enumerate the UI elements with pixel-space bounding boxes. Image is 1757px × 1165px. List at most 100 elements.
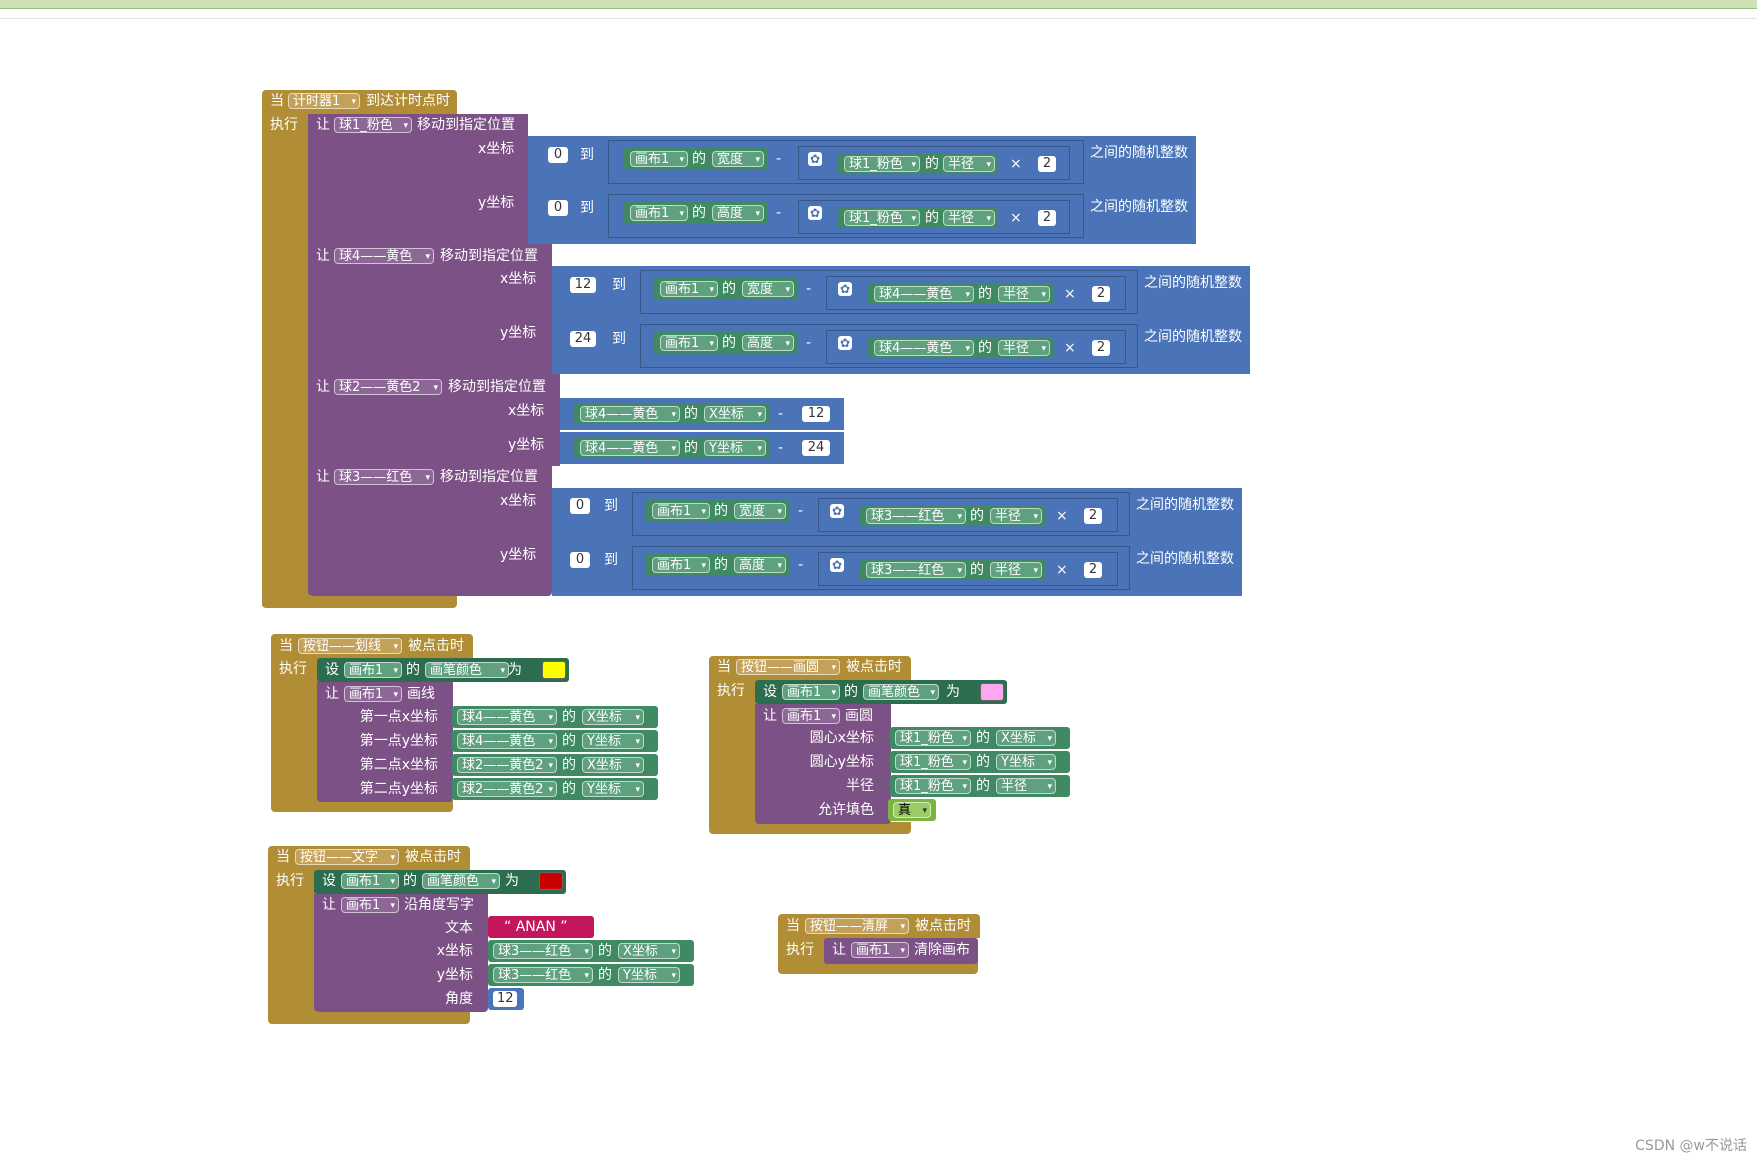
ball-dropdown[interactable]: 球3——红色 ▾ [493, 943, 593, 959]
color-swatch[interactable] [542, 661, 566, 679]
canvas-dropdown[interactable]: 画布1 ▾ [851, 942, 909, 958]
true-dropdown[interactable]: 真 ▾ [893, 802, 931, 818]
number-input[interactable]: 2 [1084, 508, 1102, 524]
string-value[interactable]: “ ANAN ” [504, 918, 568, 936]
pen-color-dropdown[interactable]: 画笔颜色 ▾ [425, 662, 509, 678]
ball-dropdown[interactable]: 球2——黄色2 ▾ [457, 781, 557, 797]
pen-color-dropdown[interactable]: 画笔颜色 ▾ [422, 873, 500, 889]
line-button-dropdown[interactable]: 按钮——划线 ▾ [298, 638, 402, 654]
ball-dropdown[interactable]: 球3——红色 ▾ [493, 967, 593, 983]
canvas-dropdown[interactable]: 画布1 ▾ [344, 686, 402, 702]
ball-dropdown[interactable]: 球3——红色 ▾ [866, 508, 966, 524]
canvas-dropdown[interactable]: 画布1 ▾ [652, 557, 710, 573]
canvas-dropdown[interactable]: 画布1 ▾ [630, 205, 688, 221]
color-swatch[interactable] [980, 683, 1004, 701]
method-label: 画圆 [845, 708, 873, 724]
ball-dropdown[interactable]: 球1_粉色 ▾ [895, 754, 971, 770]
color-swatch[interactable] [539, 872, 563, 890]
clear-button-dropdown[interactable]: 按钮——清屏 ▾ [805, 918, 909, 934]
gear-icon[interactable]: ✿ [830, 558, 844, 572]
pen-color-dropdown[interactable]: 画笔颜色 ▾ [863, 684, 939, 700]
move3-target-dropdown[interactable]: 球2——黄色2 ▾ [334, 379, 442, 395]
property-dropdown[interactable]: X坐标 ▾ [618, 943, 680, 959]
ball-dropdown[interactable]: 球4——黄色 ▾ [580, 440, 680, 456]
ball-dropdown[interactable]: 球1_粉色 ▾ [844, 210, 920, 226]
number-input[interactable]: 2 [1084, 562, 1102, 578]
move2-target-dropdown[interactable]: 球4——黄色 ▾ [334, 248, 434, 264]
gear-icon[interactable]: ✿ [838, 282, 852, 296]
radius-dropdown[interactable]: 半径 ▾ [998, 340, 1050, 356]
property-dropdown[interactable]: X坐标 ▾ [704, 406, 766, 422]
ball-dropdown[interactable]: 球1_粉色 ▾ [895, 730, 971, 746]
canvas-dropdown[interactable]: 画布1 ▾ [782, 708, 840, 724]
number-input[interactable]: 2 [1092, 340, 1110, 356]
ball-dropdown[interactable]: 球1_粉色 ▾ [844, 156, 920, 172]
property-dropdown[interactable]: 高度 ▾ [742, 335, 794, 351]
property-dropdown[interactable]: 宽度 ▾ [742, 281, 794, 297]
radius-dropdown[interactable]: 半径 ▾ [943, 210, 995, 226]
ball-dropdown[interactable]: 球2——黄色2 ▾ [457, 757, 557, 773]
number-input[interactable]: 0 [570, 498, 590, 514]
property-dropdown[interactable]: 高度 ▾ [734, 557, 786, 573]
property-dropdown[interactable]: Y坐标 ▾ [996, 754, 1056, 770]
property-dropdown[interactable]: 高度 ▾ [712, 205, 764, 221]
canvas-dropdown[interactable]: 画布1 ▾ [341, 873, 399, 889]
radius-dropdown[interactable]: 半径 ▾ [990, 508, 1042, 524]
number-input[interactable]: 2 [1092, 286, 1110, 302]
property-dropdown[interactable]: 宽度 ▾ [712, 151, 764, 167]
set-label: 设 [763, 684, 777, 700]
canvas-dropdown[interactable]: 画布1 ▾ [652, 503, 710, 519]
gear-icon[interactable]: ✿ [808, 152, 822, 166]
number-input[interactable]: 0 [548, 200, 568, 216]
text-button-dropdown[interactable]: 按钮——文字 ▾ [295, 849, 399, 865]
ball-dropdown[interactable]: 球4——黄色 ▾ [580, 406, 680, 422]
workspace-divider [0, 18, 1757, 19]
canvas-dropdown[interactable]: 画布1 ▾ [341, 897, 399, 913]
ball-dropdown[interactable]: 球4——黄色 ▾ [457, 733, 557, 749]
property-dropdown[interactable]: 半径 ▾ [996, 778, 1056, 794]
ball-dropdown[interactable]: 球1_粉色 ▾ [895, 778, 971, 794]
let-label: 让 [763, 708, 777, 724]
number-input[interactable]: 12 [493, 991, 517, 1007]
number-input[interactable]: 2 [1038, 210, 1056, 226]
number-input[interactable]: 2 [1038, 156, 1056, 172]
property-dropdown[interactable]: Y坐标 ▾ [704, 440, 766, 456]
radius-dropdown[interactable]: 半径 ▾ [998, 286, 1050, 302]
timer-component-dropdown[interactable]: 计时器1 ▾ [288, 93, 360, 109]
number-input[interactable]: 24 [570, 331, 596, 347]
gear-icon[interactable]: ✿ [830, 504, 844, 518]
radius-dropdown[interactable]: 半径 ▾ [943, 156, 995, 172]
property-dropdown[interactable]: 宽度 ▾ [734, 503, 786, 519]
move-action-label: 移动到指定位置 [417, 117, 515, 133]
canvas-dropdown[interactable]: 画布1 ▾ [660, 335, 718, 351]
circle-button-dropdown[interactable]: 按钮——画圆 ▾ [736, 659, 840, 675]
number-input[interactable]: 12 [570, 277, 596, 293]
move1-target-dropdown[interactable]: 球1_粉色 ▾ [334, 117, 412, 133]
ball-dropdown[interactable]: 球3——红色 ▾ [866, 562, 966, 578]
to-label: 为 [505, 873, 519, 889]
property-dropdown[interactable]: Y坐标 ▾ [582, 781, 644, 797]
canvas-dropdown[interactable]: 画布1 ▾ [344, 662, 402, 678]
number-input[interactable]: 0 [570, 552, 590, 568]
canvas-dropdown[interactable]: 画布1 ▾ [630, 151, 688, 167]
gear-icon[interactable]: ✿ [808, 206, 822, 220]
number-input[interactable]: 12 [802, 406, 830, 422]
property-dropdown[interactable]: Y坐标 ▾ [618, 967, 680, 983]
ball-dropdown[interactable]: 球4——黄色 ▾ [874, 340, 974, 356]
ball-dropdown[interactable]: 球4——黄色 ▾ [874, 286, 974, 302]
ball-dropdown[interactable]: 球4——黄色 ▾ [457, 709, 557, 725]
canvas-dropdown[interactable]: 画布1 ▾ [782, 684, 840, 700]
gear-icon[interactable]: ✿ [838, 336, 852, 350]
property-dropdown[interactable]: X坐标 ▾ [996, 730, 1056, 746]
of-label: 的 [562, 757, 576, 773]
property-dropdown[interactable]: Y坐标 ▾ [582, 733, 644, 749]
number-input[interactable]: 24 [802, 440, 830, 456]
radius-dropdown[interactable]: 半径 ▾ [990, 562, 1042, 578]
move4-target-dropdown[interactable]: 球3——红色 ▾ [334, 469, 434, 485]
property-dropdown[interactable]: X坐标 ▾ [582, 757, 644, 773]
number-input[interactable]: 0 [548, 147, 568, 163]
x-label: x坐标 [508, 403, 545, 419]
property-dropdown[interactable]: X坐标 ▾ [582, 709, 644, 725]
let-label: 让 [316, 379, 330, 395]
canvas-dropdown[interactable]: 画布1 ▾ [660, 281, 718, 297]
